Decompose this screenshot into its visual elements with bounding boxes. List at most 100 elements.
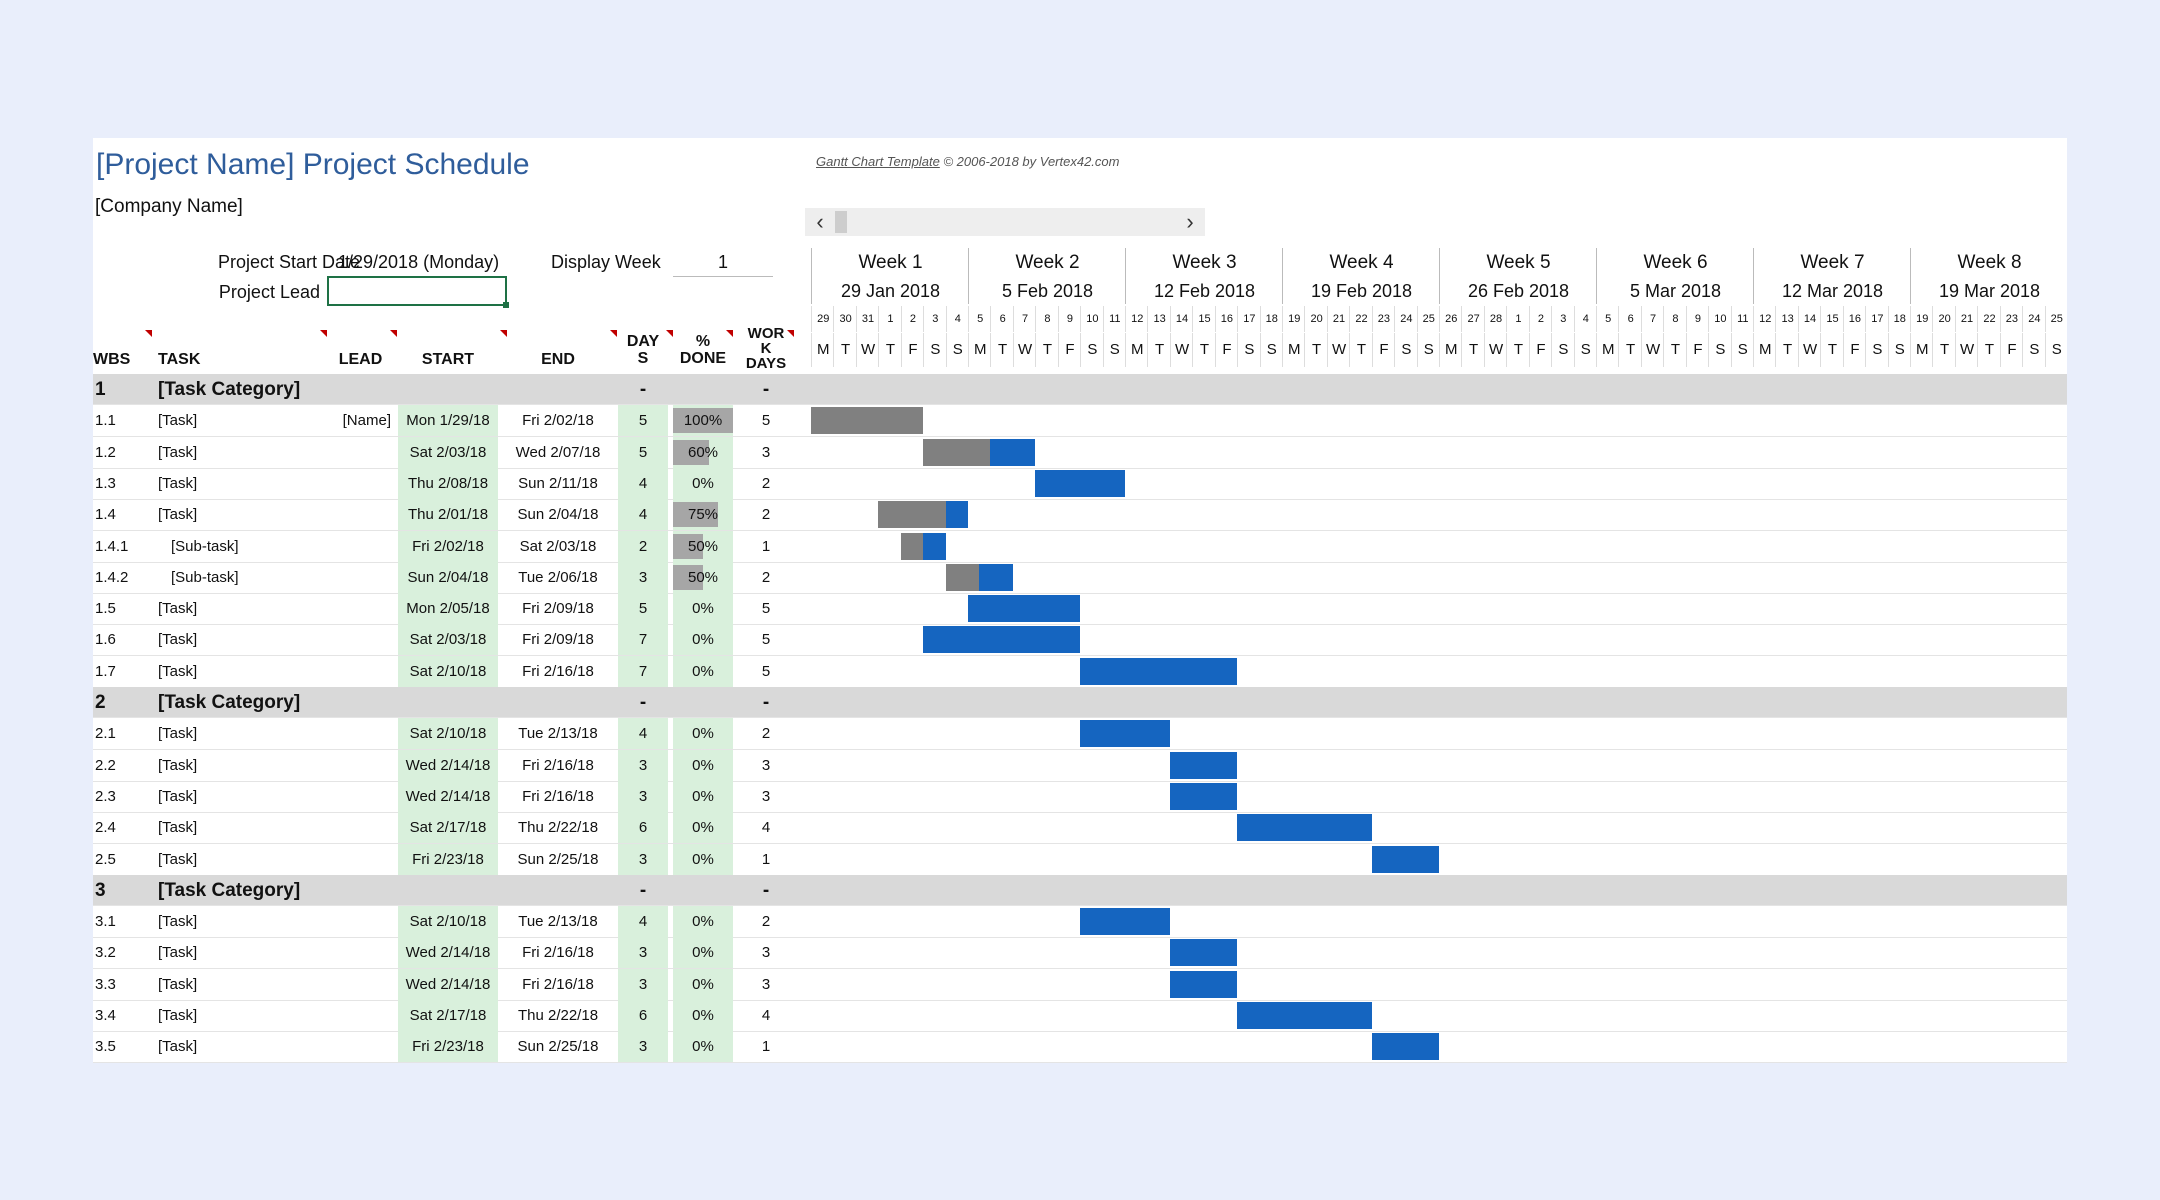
task-row[interactable]: 2.2 [Task] Wed 2/14/18 Fri 2/16/18 3 0% 3 <box>93 749 2067 782</box>
task-row[interactable]: 1.2 [Task] Sat 2/03/18 Wed 2/07/18 5 60% 3 <box>93 436 2067 469</box>
start-date-cell[interactable]: Wed 2/14/18 <box>398 749 498 781</box>
gantt-bar-remaining[interactable] <box>1169 782 1238 810</box>
days-cell[interactable]: 4 <box>618 718 668 750</box>
work-days-cell[interactable]: 3 <box>738 437 794 468</box>
task-row[interactable]: 3.5 [Task] Fri 2/23/18 Sun 2/25/18 3 0% 1 <box>93 1031 2067 1063</box>
days-cell[interactable]: 3 <box>618 780 668 812</box>
start-date-value[interactable]: 1/29/2018 (Monday) <box>338 252 499 273</box>
task-row[interactable]: 2.4 [Task] Sat 2/17/18 Thu 2/22/18 6 0% 4 <box>93 812 2067 845</box>
wbs-cell[interactable]: 3 <box>95 875 135 906</box>
wbs-cell[interactable]: 2.3 <box>95 781 155 812</box>
pct-done-cell[interactable]: 60% <box>673 436 733 468</box>
task-row[interactable]: 2.5 [Task] Fri 2/23/18 Sun 2/25/18 3 0% 1 <box>93 843 2067 876</box>
lead-cell[interactable] <box>331 969 391 1000</box>
start-date-cell[interactable]: Mon 2/05/18 <box>398 593 498 625</box>
end-date-cell[interactable]: Sun 2/11/18 <box>508 468 608 499</box>
end-date-cell[interactable]: Fri 2/09/18 <box>508 593 608 624</box>
pct-done-cell[interactable]: 0% <box>673 843 733 875</box>
task-cell[interactable]: [Task] <box>158 1031 328 1062</box>
gantt-bar-remaining[interactable] <box>1237 1002 1372 1029</box>
end-date-cell[interactable]: Fri 2/16/18 <box>508 969 608 1000</box>
start-date-cell[interactable]: Sat 2/03/18 <box>398 436 498 468</box>
task-cell[interactable]: [Task] <box>158 781 328 812</box>
task-row[interactable]: 3.2 [Task] Wed 2/14/18 Fri 2/16/18 3 0% 3 <box>93 937 2067 970</box>
days-cell[interactable]: 5 <box>618 405 668 437</box>
end-date-cell[interactable]: Tue 2/06/18 <box>508 562 608 593</box>
end-date-cell[interactable]: Sun 2/25/18 <box>508 844 608 875</box>
work-days-cell[interactable]: - <box>738 374 794 405</box>
gantt-bar-remaining[interactable] <box>1080 908 1170 936</box>
days-cell[interactable]: 3 <box>618 937 668 969</box>
end-date-cell[interactable]: Sun 2/25/18 <box>508 1031 608 1062</box>
task-row[interactable]: 2.3 [Task] Wed 2/14/18 Fri 2/16/18 3 0% 3 <box>93 780 2067 813</box>
template-link[interactable]: Gantt Chart Template <box>816 154 940 169</box>
lead-cell[interactable] <box>331 1031 391 1062</box>
end-date-cell[interactable]: Tue 2/13/18 <box>508 718 608 749</box>
gantt-bar-remaining[interactable] <box>1080 720 1170 748</box>
end-date-cell[interactable]: Fri 2/16/18 <box>508 781 608 812</box>
end-date-cell[interactable]: Fri 2/16/18 <box>508 656 608 687</box>
days-cell[interactable]: - <box>618 875 668 906</box>
lead-cell[interactable] <box>331 844 391 875</box>
start-date-cell[interactable]: Wed 2/14/18 <box>398 937 498 969</box>
gantt-bar-done[interactable] <box>878 501 946 529</box>
work-days-cell[interactable]: 5 <box>738 593 794 624</box>
task-cell[interactable]: [Task] <box>158 468 328 499</box>
work-days-cell[interactable]: 2 <box>738 718 794 749</box>
work-days-cell[interactable]: 2 <box>738 468 794 499</box>
start-date-cell[interactable]: Sat 2/17/18 <box>398 1000 498 1031</box>
end-date-cell[interactable]: Fri 2/16/18 <box>508 750 608 781</box>
wbs-cell[interactable]: 1.5 <box>95 593 155 624</box>
task-cell[interactable]: [Task Category] <box>158 374 388 405</box>
work-days-cell[interactable]: 5 <box>738 624 794 655</box>
wbs-cell[interactable]: 2.1 <box>95 718 155 749</box>
scroll-left-icon[interactable]: ‹ <box>805 208 835 236</box>
task-cell[interactable]: [Task] <box>158 937 328 968</box>
lead-cell[interactable] <box>331 437 391 468</box>
col-header-end[interactable]: END <box>508 343 608 377</box>
work-days-cell[interactable]: 4 <box>738 812 794 843</box>
col-header-wbs[interactable]: WBS <box>93 343 133 377</box>
task-cell[interactable]: [Sub-task] <box>171 562 341 593</box>
col-header-task[interactable]: TASK <box>158 343 218 377</box>
lead-cell[interactable] <box>331 750 391 781</box>
task-row[interactable]: 3.3 [Task] Wed 2/14/18 Fri 2/16/18 3 0% 3 <box>93 968 2067 1001</box>
col-header-pct-done[interactable]: % DONE <box>673 333 733 367</box>
wbs-cell[interactable]: 3.5 <box>95 1031 155 1062</box>
wbs-cell[interactable]: 2.4 <box>95 812 155 843</box>
wbs-cell[interactable]: 3.4 <box>95 1000 155 1031</box>
col-header-work-days[interactable]: WOR K DAYS <box>738 326 794 372</box>
work-days-cell[interactable]: 1 <box>738 531 794 562</box>
lead-cell[interactable] <box>331 562 391 593</box>
wbs-cell[interactable]: 1.2 <box>95 437 155 468</box>
lead-cell[interactable] <box>331 593 391 624</box>
days-cell[interactable]: 7 <box>618 624 668 656</box>
days-cell[interactable]: 4 <box>618 467 668 499</box>
work-days-cell[interactable]: 2 <box>738 562 794 593</box>
days-cell[interactable]: 5 <box>618 436 668 468</box>
work-days-cell[interactable]: - <box>738 687 794 718</box>
pct-done-cell[interactable]: 50% <box>673 530 733 562</box>
work-days-cell[interactable]: 5 <box>738 405 794 436</box>
lead-cell[interactable] <box>331 937 391 968</box>
pct-done-cell[interactable]: 0% <box>673 812 733 844</box>
wbs-cell[interactable]: 1.7 <box>95 656 155 687</box>
start-date-cell[interactable]: Sat 2/17/18 <box>398 812 498 844</box>
days-cell[interactable]: 3 <box>618 968 668 1000</box>
gantt-bar-remaining[interactable] <box>923 532 946 560</box>
days-cell[interactable]: 7 <box>618 655 668 687</box>
lead-cell[interactable] <box>331 656 391 687</box>
start-date-cell[interactable]: Sat 2/10/18 <box>398 718 498 750</box>
lead-cell[interactable] <box>331 499 391 530</box>
pct-done-cell[interactable]: 50% <box>673 561 733 593</box>
start-date-cell[interactable]: Thu 2/08/18 <box>398 467 498 499</box>
gantt-bar-remaining[interactable] <box>990 438 1036 466</box>
days-cell[interactable]: 3 <box>618 561 668 593</box>
wbs-cell[interactable]: 2.2 <box>95 750 155 781</box>
pct-done-cell[interactable]: 0% <box>673 467 733 499</box>
lead-cell[interactable] <box>331 781 391 812</box>
task-cell[interactable]: [Task] <box>158 499 328 530</box>
week-scrollbar[interactable]: ‹ › <box>805 208 1205 236</box>
task-cell[interactable]: [Task] <box>158 906 328 937</box>
wbs-cell[interactable]: 3.2 <box>95 937 155 968</box>
